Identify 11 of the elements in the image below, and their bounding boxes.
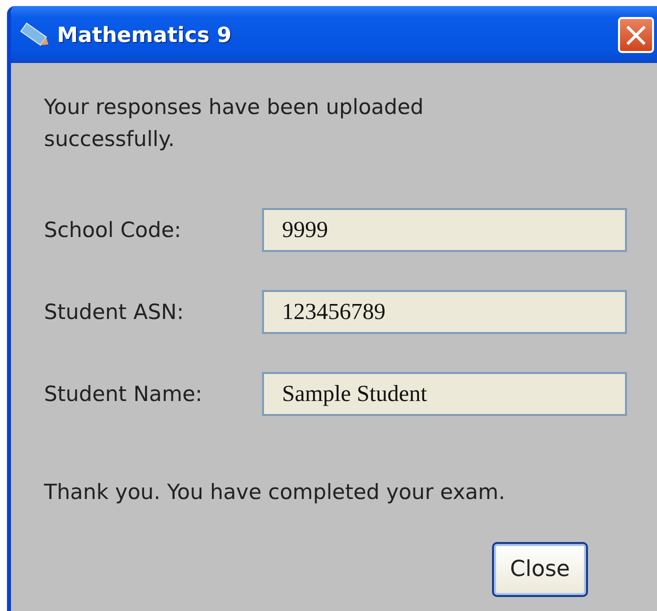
completion-text: Thank you. You have completed your exam. xyxy=(44,480,506,504)
window-title: Mathematics 9 xyxy=(57,22,232,46)
input-field[interactable]: 9999 xyxy=(262,208,627,252)
close-button[interactable]: Close xyxy=(492,542,588,597)
field-label: Student Name: xyxy=(44,382,204,406)
field-label: School Code: xyxy=(44,218,182,242)
message-text: Your responses have been uploaded successfully. xyxy=(44,94,425,153)
field-label: Student ASN: xyxy=(44,300,185,324)
input-field[interactable]: Sample Student xyxy=(262,372,627,416)
close-window-button[interactable]: × xyxy=(618,16,654,52)
input-field[interactable]: 123456789 xyxy=(262,290,627,334)
